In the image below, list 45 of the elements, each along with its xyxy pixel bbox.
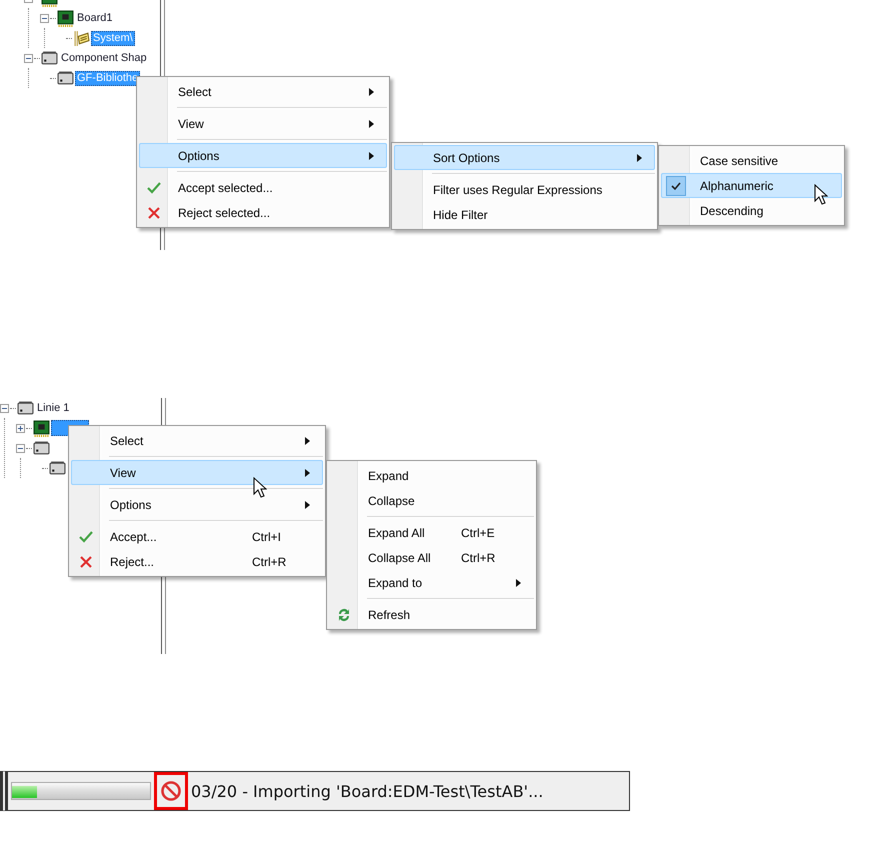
- circuit-board-icon: [57, 10, 74, 26]
- menu-item[interactable]: Collapse: [329, 488, 534, 513]
- prohibited-icon: [160, 780, 182, 802]
- menu-item[interactable]: Alphanumeric: [661, 173, 842, 198]
- expand-icon[interactable]: [16, 424, 25, 432]
- shortcut-label: Ctrl+R: [252, 554, 286, 568]
- tree-node[interactable]: Component Shap: [59, 50, 149, 66]
- cross-icon: [146, 204, 162, 220]
- shortcut-label: Ctrl+R: [461, 550, 496, 564]
- schematic-icon: [73, 30, 90, 46]
- checkmark-icon: [78, 528, 94, 544]
- menu-item[interactable]: Sort Options: [394, 145, 655, 170]
- shortcut-label: Ctrl+I: [252, 530, 282, 544]
- menu-item[interactable]: Accept... Ctrl+I: [71, 524, 323, 549]
- menu-item[interactable]: Expand to: [329, 570, 534, 595]
- chip-icon: [57, 70, 74, 86]
- menu-item[interactable]: Descending: [661, 198, 842, 223]
- pointer-icon: [253, 477, 267, 498]
- shortcut-label: Ctrl+E: [461, 526, 495, 540]
- chip-icon: [17, 400, 34, 416]
- pointer-icon: [814, 184, 828, 205]
- menu-item[interactable]: Options: [71, 492, 323, 517]
- menu-item[interactable]: Expand: [329, 463, 534, 488]
- circuit-board-icon: [33, 420, 50, 436]
- menu-item[interactable]: Expand All Ctrl+E: [329, 520, 534, 545]
- tree-node[interactable]: Linie 1: [35, 400, 72, 416]
- menu-item[interactable]: Options: [139, 143, 387, 168]
- menu-item[interactable]: Reject selected...: [139, 200, 387, 225]
- refresh-icon: [336, 606, 352, 622]
- menu-item[interactable]: Case sensitive: [661, 148, 842, 173]
- menu-item[interactable]: Accept selected...: [139, 175, 387, 200]
- menu-item[interactable]: Collapse All Ctrl+R: [329, 545, 534, 570]
- status-message: 03/20 - Importing 'Board:EDM-Test\TestAB'...: [191, 782, 544, 800]
- tree-node[interactable]: Board1: [75, 10, 114, 26]
- menu-item[interactable]: Select: [139, 79, 387, 104]
- checkmark-icon: [146, 180, 162, 196]
- menu-item[interactable]: Hide Filter: [394, 202, 655, 227]
- menu-item[interactable]: Select: [71, 428, 323, 453]
- menu-item[interactable]: Filter uses Regular Expressions: [394, 177, 655, 202]
- cross-icon: [78, 554, 94, 570]
- chip-icon: [41, 50, 58, 66]
- menu-item[interactable]: Refresh: [329, 602, 534, 627]
- menu-item[interactable]: View: [71, 460, 323, 485]
- menu-item[interactable]: Reject... Ctrl+R: [71, 549, 323, 574]
- menu-item[interactable]: View: [139, 111, 387, 136]
